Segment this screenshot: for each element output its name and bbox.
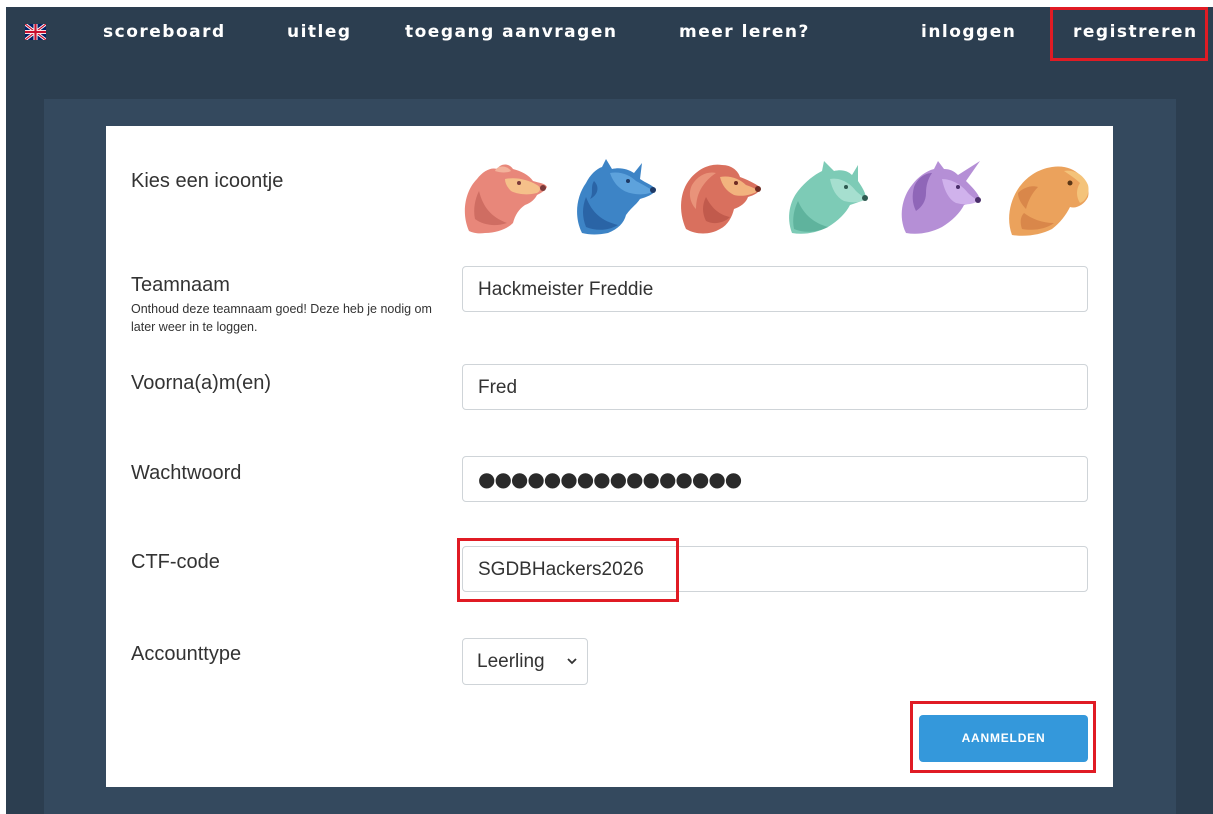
app-root: scoreboard uitleg toegang aanvragen meer… xyxy=(0,0,1213,814)
ctf-code-label: CTF-code xyxy=(131,551,220,573)
top-navbar: scoreboard uitleg toegang aanvragen meer… xyxy=(0,0,1213,70)
team-name-hint: Onthoud deze teamnaam goed! Deze heb je … xyxy=(131,302,432,334)
eagle-icon[interactable] xyxy=(1004,157,1090,237)
chevron-down-icon xyxy=(567,658,577,665)
account-type-label: Accounttype xyxy=(131,643,242,665)
nav-scoreboard[interactable]: scoreboard xyxy=(103,22,226,42)
password-input[interactable]: ●●●●●●●●●●●●●●●● xyxy=(462,456,1088,502)
nav-inloggen[interactable]: inloggen xyxy=(921,22,1016,42)
registreren-highlight-box xyxy=(1050,7,1208,61)
first-names-input[interactable]: Fred xyxy=(462,364,1088,410)
team-name-value: Hackmeister Freddie xyxy=(478,279,654,300)
lion-icon[interactable] xyxy=(676,157,762,237)
team-name-input[interactable]: Hackmeister Freddie xyxy=(462,266,1088,312)
nav-toegang-aanvragen[interactable]: toegang aanvragen xyxy=(405,22,617,42)
password-label: Wachtwoord xyxy=(131,462,242,484)
submit-button[interactable]: AANMELDEN xyxy=(919,715,1088,762)
uk-flag-icon[interactable] xyxy=(25,24,46,40)
unicorn-icon[interactable] xyxy=(896,157,982,237)
password-masked-value: ●●●●●●●●●●●●●●●● xyxy=(478,467,742,491)
account-type-select[interactable]: Leerling xyxy=(462,638,588,685)
bear-icon[interactable] xyxy=(461,157,547,237)
team-name-label: Teamnaam xyxy=(131,274,230,296)
nav-uitleg[interactable]: uitleg xyxy=(287,22,352,42)
nav-meer-leren[interactable]: meer leren? xyxy=(679,22,810,42)
account-type-value: Leerling xyxy=(477,651,545,672)
wolf-icon[interactable] xyxy=(570,157,656,237)
icon-choice-label: Kies een icoontje xyxy=(131,170,284,192)
first-names-value: Fred xyxy=(478,377,518,398)
cat-icon[interactable] xyxy=(786,157,872,237)
ctf-code-highlight-box xyxy=(457,538,679,602)
first-names-label: Voorna(a)m(en) xyxy=(131,372,272,394)
